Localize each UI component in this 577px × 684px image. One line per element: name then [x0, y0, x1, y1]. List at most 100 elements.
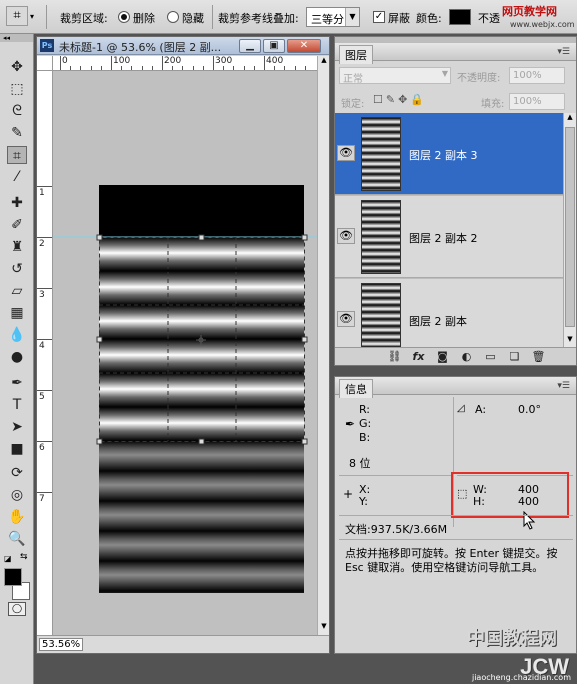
crop-handle-bottom-left[interactable] — [96, 438, 103, 445]
foreground-color-swatch[interactable] — [4, 568, 22, 586]
layers-scrollbar[interactable]: ▲ ▼ — [563, 113, 576, 347]
add-mask-icon[interactable]: ◙ — [435, 349, 450, 364]
eyedropper-tool-icon[interactable]: ⁄ — [7, 168, 27, 186]
crop-handle-top-left[interactable] — [96, 234, 103, 241]
hand-tool-icon[interactable]: ✋ — [7, 508, 27, 526]
dodge-tool-icon[interactable]: ● — [7, 348, 27, 366]
horizontal-ruler[interactable]: 0 100 200 300 400 — [53, 56, 317, 71]
watermark-line3: jiaocheng.chazidian.com — [471, 673, 571, 682]
angle-value: 0.0° — [518, 403, 541, 416]
opacity-field[interactable]: 100% — [509, 67, 565, 84]
move-tool-icon[interactable]: ✥ — [7, 58, 27, 76]
crop-tool-preset-icon[interactable]: ⌗ — [6, 6, 28, 26]
panel-menu-icon[interactable]: ▾☰ — [557, 381, 570, 391]
maximize-button[interactable]: ▣ — [263, 39, 285, 53]
crop-handle-left[interactable] — [96, 336, 103, 343]
adjustment-layer-icon[interactable]: ◐ — [459, 349, 474, 364]
delete-radio[interactable] — [118, 11, 130, 23]
ruler-label: 100 — [113, 56, 131, 66]
scroll-down-icon[interactable]: ▼ — [319, 622, 329, 634]
shield-checkbox[interactable]: ✓ — [373, 11, 385, 23]
watermark-top: 网页教学网 — [502, 5, 557, 18]
layers-tab[interactable]: 图层 — [339, 45, 373, 64]
eye-icon[interactable]: 👁 — [337, 228, 355, 244]
close-button[interactable]: ✕ — [287, 39, 321, 53]
crop-handle-top[interactable] — [198, 234, 205, 241]
ruler-label: 0 — [62, 56, 68, 66]
eye-icon[interactable]: 👁 — [337, 145, 355, 161]
row-divider — [339, 475, 453, 476]
document-vertical-scrollbar[interactable]: ▲ ▼ — [317, 56, 329, 635]
stamp-tool-icon[interactable]: ♜ — [7, 238, 27, 256]
hide-radio[interactable] — [167, 11, 179, 23]
delete-layer-icon[interactable]: 🗑 — [531, 349, 546, 364]
layers-tab-bar: 图层 ▾☰ — [335, 43, 576, 64]
crop-handle-bottom-right[interactable] — [301, 438, 308, 445]
opacity-label: 不透明度: — [457, 73, 501, 84]
ruler-origin[interactable] — [37, 56, 53, 71]
ruler-label: 400 — [266, 56, 284, 66]
eye-icon[interactable]: 👁 — [337, 311, 355, 327]
scroll-up-icon[interactable]: ▲ — [564, 113, 576, 121]
default-colors-icon[interactable]: ◪ — [4, 554, 12, 563]
zoom-tool-icon[interactable]: 🔍 — [7, 530, 27, 548]
new-layer-icon[interactable]: ❏ — [507, 349, 522, 364]
scroll-thumb[interactable] — [565, 127, 575, 327]
crop-handle-bottom[interactable] — [198, 438, 205, 445]
fill-field[interactable]: 100% — [509, 93, 565, 110]
gradient-tool-icon[interactable]: ▦ — [7, 304, 27, 322]
scroll-up-icon[interactable]: ▲ — [319, 56, 329, 68]
minimize-button[interactable]: ▁ — [239, 39, 261, 53]
layer-thumbnail — [361, 200, 401, 274]
crop-handle-right[interactable] — [301, 336, 308, 343]
info-tab[interactable]: 信息 — [339, 379, 373, 398]
healing-brush-tool-icon[interactable]: ✚ — [7, 194, 27, 212]
panel-menu-icon[interactable]: ▾☰ — [557, 47, 570, 57]
3d-rotate-tool-icon[interactable]: ⟳ — [7, 464, 27, 482]
history-brush-tool-icon[interactable]: ↺ — [7, 260, 27, 278]
lasso-tool-icon[interactable]: ᘓ — [7, 102, 27, 120]
fill-label: 填充: — [481, 99, 505, 110]
crop-overlay[interactable] — [53, 71, 317, 635]
swap-colors-icon[interactable]: ⇆ — [20, 552, 28, 562]
preset-dropdown-arrow-icon[interactable]: ▾ — [30, 12, 34, 21]
lock-label: 锁定: — [341, 99, 365, 110]
link-layers-icon[interactable]: ⛓ — [387, 349, 402, 364]
blur-tool-icon[interactable]: 💧 — [7, 326, 27, 344]
path-select-tool-icon[interactable]: ➤ — [7, 418, 27, 436]
shape-tool-icon[interactable]: ■ — [7, 440, 27, 458]
eyedropper-icon: ✒ — [345, 417, 356, 431]
fx-icon[interactable]: fx — [411, 349, 426, 364]
crop-handle-top-right[interactable] — [301, 234, 308, 241]
3d-orbit-tool-icon[interactable]: ◎ — [7, 486, 27, 504]
pen-tool-icon[interactable]: ✒ — [7, 374, 27, 392]
new-group-icon[interactable]: ▭ — [483, 349, 498, 364]
overlay-select[interactable]: 三等分 ▼ — [306, 7, 360, 27]
quick-select-tool-icon[interactable]: ✎ — [7, 124, 27, 142]
quick-mask-icon[interactable]: ◯ — [8, 602, 26, 616]
type-tool-icon[interactable]: T — [7, 396, 27, 414]
crop-tool-icon[interactable]: ⌗ — [7, 146, 27, 164]
canvas-area[interactable] — [53, 71, 317, 635]
lock-icons[interactable]: ☐✎✥🔒 — [373, 93, 427, 106]
scroll-down-icon[interactable]: ▼ — [564, 335, 576, 343]
ruler-label: 7 — [39, 494, 45, 504]
document-title-bar[interactable]: Ps 未标题-1 @ 53.6% (图层 2 副... ▁ ▣ ✕ — [37, 37, 329, 55]
vertical-ruler[interactable]: 1 2 3 4 5 6 7 — [37, 71, 53, 635]
document-title: 未标题-1 @ 53.6% (图层 2 副... — [59, 41, 222, 54]
blend-mode-select[interactable]: 正常 ▼ — [339, 67, 451, 85]
ruler-tick — [37, 492, 52, 493]
shield-color-swatch[interactable] — [449, 9, 471, 25]
zoom-field[interactable]: 53.56% — [39, 638, 83, 651]
layer-name: 图层 2 副本 2 — [409, 232, 478, 245]
row-divider — [339, 539, 573, 540]
layer-row[interactable]: 👁 图层 2 副本 2 — [335, 196, 563, 278]
eraser-tool-icon[interactable]: ▱ — [7, 282, 27, 300]
crop-center-point-icon[interactable] — [196, 335, 206, 345]
layer-row[interactable]: 👁 图层 2 副本 3 — [335, 113, 563, 195]
collapse-toolbar-icon[interactable]: ◂◂ — [0, 34, 33, 42]
marquee-tool-icon[interactable]: ⬚ — [7, 80, 27, 98]
layer-row[interactable]: 👁 图层 2 副本 — [335, 279, 563, 347]
brush-tool-icon[interactable]: ✐ — [7, 216, 27, 234]
ruler-tick — [60, 56, 61, 70]
